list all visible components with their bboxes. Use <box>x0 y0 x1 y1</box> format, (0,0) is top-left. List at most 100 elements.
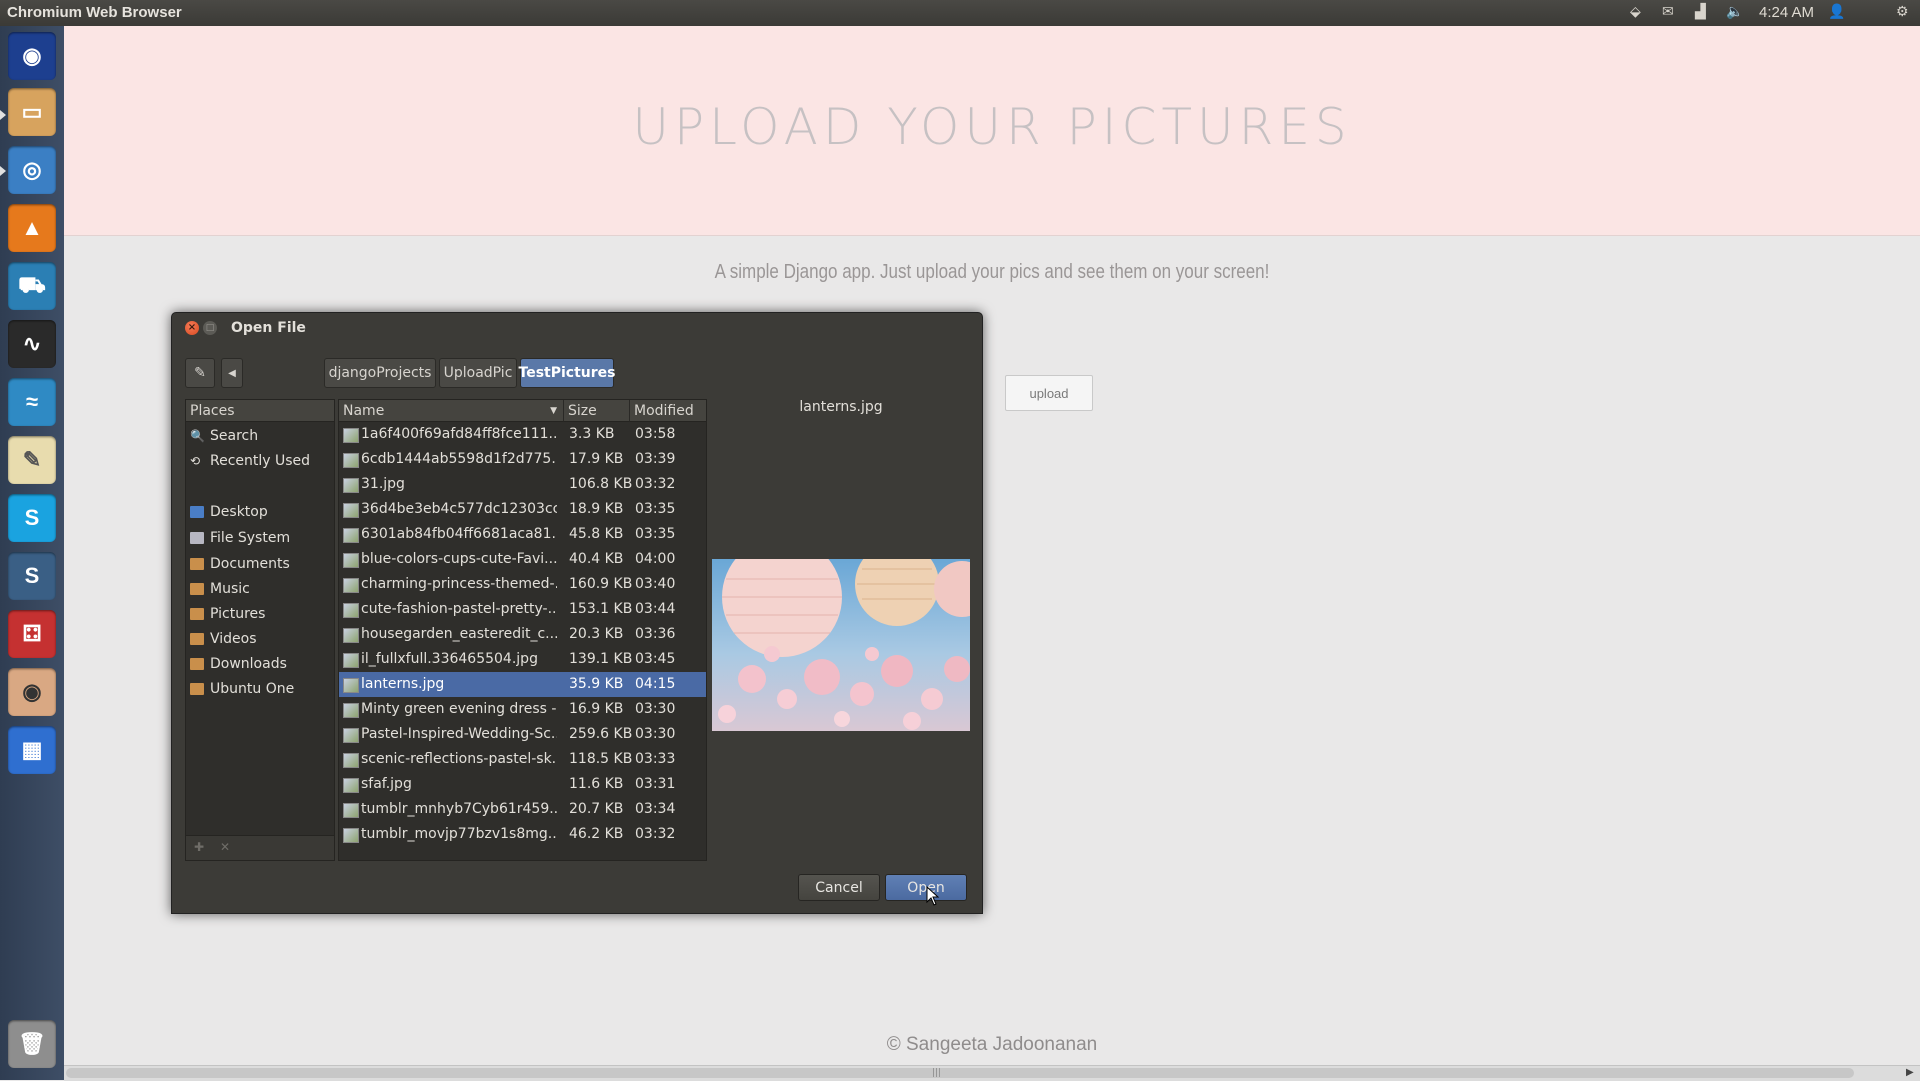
file-row[interactable]: cute-fashion-pastel-pretty-... 153.1 KB 03… <box>339 597 706 622</box>
text-editor-icon[interactable]: ✎ <box>8 436 56 484</box>
file-name: cute-fashion-pastel-pretty-... <box>361 601 557 617</box>
dice-icon[interactable]: ⚃ <box>8 610 56 658</box>
file-row[interactable]: blue-colors-cups-cute-Favi... 40.4 KB 04:0… <box>339 547 706 572</box>
file-size: 160.9 KB <box>569 576 633 592</box>
file-name: Minty green evening dress - ... <box>361 701 557 717</box>
image-file-icon <box>343 603 359 618</box>
file-row[interactable]: 1a6f400f69afd84ff8fce111... 3.3 KB 03:58 <box>339 422 706 447</box>
files-icon[interactable]: ▭ <box>8 88 56 136</box>
path-TestPictures[interactable]: TestPictures <box>519 358 615 388</box>
trash-icon[interactable]: 🗑 <box>8 1020 56 1068</box>
place-search[interactable]: 🔍 Search <box>190 424 258 448</box>
file-row[interactable]: 36d4be3eb4c577dc12303cc... 18.9 KB 03:35 <box>339 497 706 522</box>
place-ubuntu-one[interactable]: Ubuntu One <box>190 677 294 701</box>
file-row[interactable]: il_fullxfull.336465504.jpg 139.1 KB 03:45 <box>339 647 706 672</box>
sort-desc-icon: ▼ <box>550 406 557 416</box>
image-file-icon <box>343 503 359 518</box>
file-row[interactable]: scenic-reflections-pastel-sk... 118.5 KB 0… <box>339 747 706 772</box>
user-icon[interactable]: 👤 <box>1828 3 1845 20</box>
file-size: 40.4 KB <box>569 551 624 567</box>
place-recently-used[interactable]: ⟲ Recently Used <box>190 449 310 473</box>
volume-icon[interactable]: 🔈 <box>1726 3 1743 20</box>
maximize-icon[interactable]: □ <box>203 321 217 335</box>
file-row[interactable]: tumblr_movjp77bzv1s8mg... 46.2 KB 03:32 <box>339 822 706 847</box>
file-row[interactable]: housegarden_easteredit_c... 20.3 KB 03:36 <box>339 622 706 647</box>
gear-icon[interactable]: ⚙ <box>1896 3 1909 20</box>
chromium-icon[interactable]: ◎ <box>8 146 56 194</box>
folder-icon <box>190 558 204 570</box>
path-back-button[interactable]: ◀ <box>221 358 243 388</box>
image-file-icon <box>343 453 359 468</box>
image-file-icon <box>343 578 359 593</box>
eye-icon[interactable]: ◉ <box>8 668 56 716</box>
file-modified: 03:35 <box>635 526 676 542</box>
scrollbar-thumb[interactable] <box>66 1068 1854 1078</box>
system-monitor-icon[interactable]: ∿ <box>8 320 56 368</box>
file-row[interactable]: Pastel-Inspired-Wedding-Sc... 259.6 KB 03:… <box>339 722 706 747</box>
file-row[interactable]: charming-princess-themed-... 160.9 KB 03:4… <box>339 572 706 597</box>
sublime-icon[interactable]: S <box>8 552 56 600</box>
file-name: 1a6f400f69afd84ff8fce111... <box>361 426 557 442</box>
network-icon[interactable]: ▟ <box>1695 3 1706 20</box>
pencil-icon: ✎ <box>194 365 206 381</box>
file-size: 18.9 KB <box>569 501 624 517</box>
places-pane: Places 🔍 Search ⟲ Recently Used Desktop Fi… <box>185 399 335 861</box>
file-modified: 03:31 <box>635 776 676 792</box>
ubuntu-software-icon[interactable]: ⛟ <box>8 262 56 310</box>
mail-icon[interactable]: ✉ <box>1662 3 1674 20</box>
file-modified: 04:00 <box>635 551 676 567</box>
file-row[interactable]: lanterns.jpg 35.9 KB 04:15 <box>339 672 706 697</box>
place-desktop[interactable]: Desktop <box>190 500 268 524</box>
add-bookmark-icon[interactable]: ✚ <box>194 840 204 854</box>
clock[interactable]: 4:24 AM <box>1759 4 1814 21</box>
file-name: housegarden_easteredit_c... <box>361 626 557 642</box>
file-size: 118.5 KB <box>569 751 633 767</box>
scroll-right-icon[interactable]: ▶ <box>1906 1067 1918 1079</box>
file-row[interactable]: 6301ab84fb04ff6681aca81... 45.8 KB 03:35 <box>339 522 706 547</box>
horizontal-scrollbar[interactable]: ||| ▶ <box>64 1065 1920 1081</box>
vlc-icon[interactable]: ▲ <box>8 204 56 252</box>
file-row[interactable]: Minty green evening dress - ... 16.9 KB 03… <box>339 697 706 722</box>
column-header-modified[interactable]: Modified <box>629 400 706 422</box>
place-documents[interactable]: Documents <box>190 552 290 576</box>
mouse-cursor-icon <box>926 886 940 906</box>
column-header-name[interactable]: Name ▼ <box>339 400 563 422</box>
place-downloads[interactable]: Downloads <box>190 652 287 676</box>
file-name: 31.jpg <box>361 476 405 492</box>
remove-bookmark-icon[interactable]: ✕ <box>220 840 230 854</box>
scrollbar-grip-icon: ||| <box>932 1068 942 1078</box>
column-header-size[interactable]: Size <box>563 400 629 422</box>
wireshark-icon[interactable]: ≈ <box>8 378 56 426</box>
file-row[interactable]: tumblr_mnhyb7Cyb61r459... 20.7 KB 03:34 <box>339 797 706 822</box>
file-name: Pastel-Inspired-Wedding-Sc... <box>361 726 557 742</box>
file-name: charming-princess-themed-... <box>361 576 557 592</box>
file-modified: 03:44 <box>635 601 676 617</box>
place-file-system[interactable]: File System <box>190 526 290 550</box>
file-modified: 03:33 <box>635 751 676 767</box>
edit-location-button[interactable]: ✎ <box>185 358 215 388</box>
skype-icon[interactable]: S <box>8 494 56 542</box>
file-size: 35.9 KB <box>569 676 624 692</box>
upload-button[interactable]: upload <box>1005 375 1093 411</box>
file-row[interactable]: sfaf.jpg 11.6 KB 03:31 <box>339 772 706 797</box>
file-row[interactable]: 31.jpg 106.8 KB 03:32 <box>339 472 706 497</box>
cancel-button[interactable]: Cancel <box>798 874 880 901</box>
ubuntu-home-icon[interactable]: ◉ <box>8 32 56 80</box>
file-size: 106.8 KB <box>569 476 633 492</box>
place-music[interactable]: Music <box>190 577 250 601</box>
place-videos[interactable]: Videos <box>190 627 257 651</box>
file-row[interactable]: 6cdb1444ab5598d1f2d775... 17.9 KB 03:39 <box>339 447 706 472</box>
path-djangoProjects[interactable]: djangoProjects <box>324 358 436 388</box>
file-modified: 03:35 <box>635 501 676 517</box>
file-name: 6301ab84fb04ff6681aca81... <box>361 526 557 542</box>
path-UploadPic[interactable]: UploadPic <box>439 358 517 388</box>
file-size: 16.9 KB <box>569 701 624 717</box>
dropbox-icon[interactable]: ⬙ <box>1630 3 1641 20</box>
file-list-pane: Name ▼ Size Modified 1a6f400f69afd84ff8f… <box>338 399 707 861</box>
workspace-switcher-icon[interactable]: ▦ <box>8 726 56 774</box>
close-icon[interactable]: × <box>185 321 199 335</box>
dialog-titlebar[interactable]: × □ Open File <box>172 313 982 343</box>
place-pictures[interactable]: Pictures <box>190 602 265 626</box>
image-file-icon <box>343 803 359 818</box>
app-title: Chromium Web Browser <box>7 4 182 21</box>
